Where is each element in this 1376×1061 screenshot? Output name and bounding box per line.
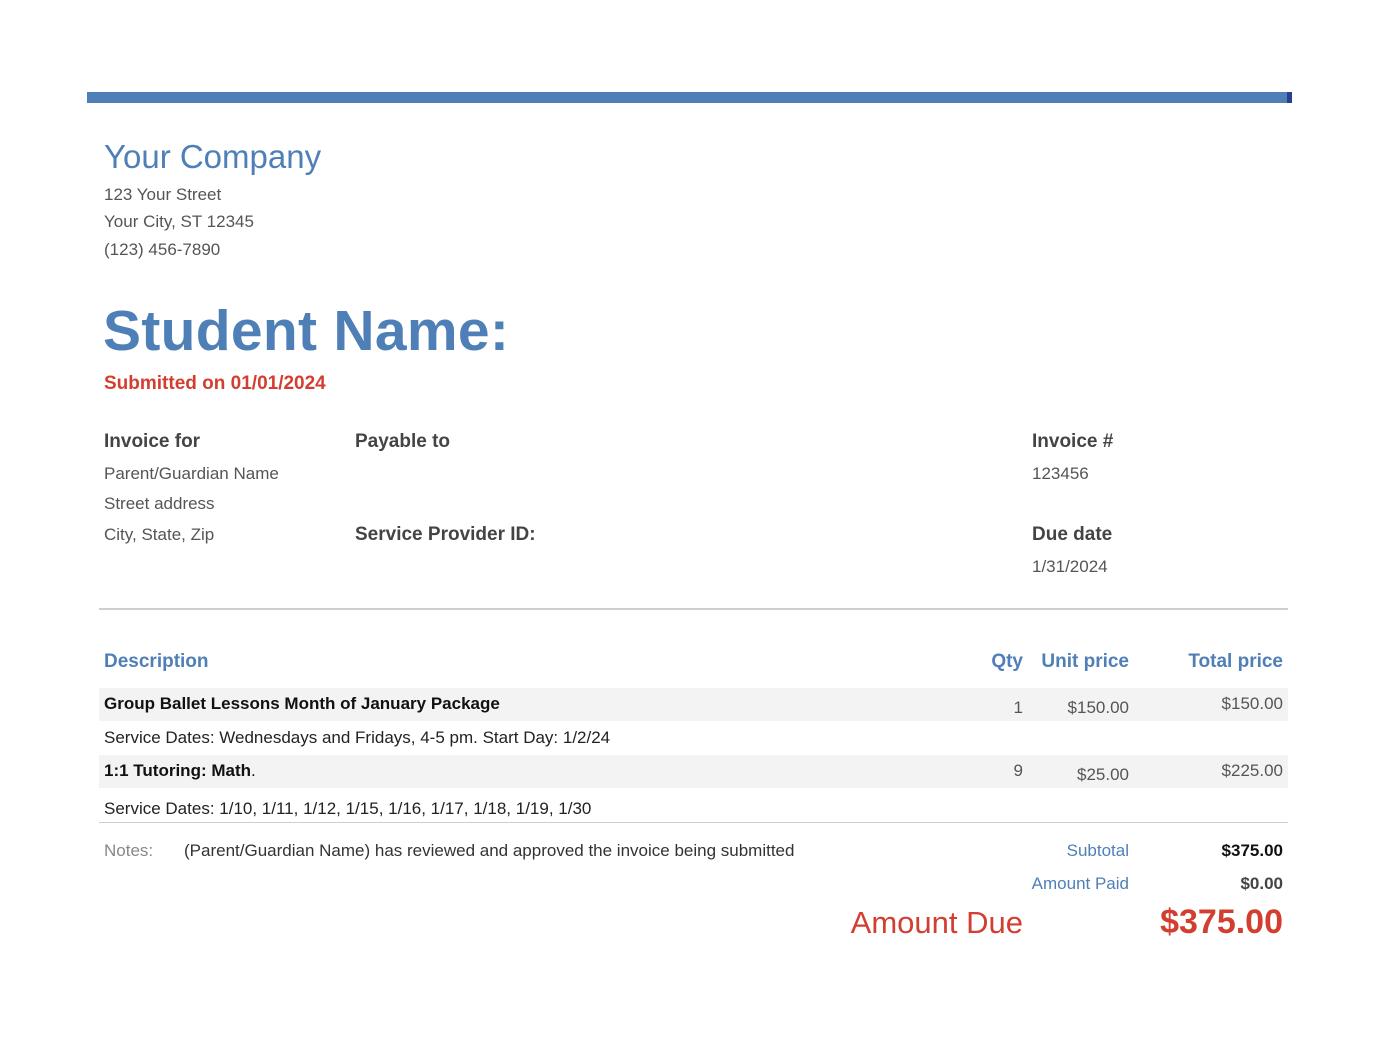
- amount-due-value: $375.00: [1160, 903, 1283, 941]
- due-date-label: Due date: [1032, 524, 1113, 545]
- due-date-value: 1/31/2024: [1032, 557, 1108, 576]
- invoice-number-value: 123456: [1032, 464, 1089, 483]
- amount-paid-label: Amount Paid: [1031, 874, 1129, 893]
- column-header-total-price: Total price: [1188, 651, 1283, 672]
- invoice-for-name: Parent/Guardian Name: [104, 464, 279, 483]
- notes-text: (Parent/Guardian Name) has reviewed and …: [184, 841, 795, 860]
- item-detail: Service Dates: 1/10, 1/11, 1/12, 1/15, 1…: [104, 799, 592, 818]
- subtotal-label: Subtotal: [1066, 841, 1129, 860]
- item-qty: 1: [1013, 698, 1023, 717]
- student-name-title: Student Name:: [103, 299, 510, 363]
- column-header-unit-price: Unit price: [1041, 651, 1129, 672]
- submitted-date: Submitted on 01/01/2024: [104, 373, 326, 394]
- company-street: 123 Your Street: [104, 185, 222, 204]
- item-title: 1:1 Tutoring: Math.: [104, 761, 256, 780]
- notes-label: Notes:: [104, 841, 154, 860]
- amount-due-label: Amount Due: [850, 905, 1023, 940]
- subtotal-value: $375.00: [1221, 841, 1283, 860]
- item-unit-price: $25.00: [1077, 765, 1129, 784]
- item-detail: Service Dates: Wednesdays and Fridays, 4…: [104, 728, 611, 747]
- item-unit-price: $150.00: [1067, 698, 1129, 717]
- header-accent-bar-end: [1287, 92, 1292, 103]
- item-qty: 9: [1013, 761, 1023, 780]
- company-name: Your Company: [104, 138, 322, 175]
- service-provider-label: Service Provider ID:: [355, 524, 536, 545]
- column-header-description: Description: [104, 651, 209, 672]
- table-bottom-divider: [99, 822, 1288, 823]
- invoice-number-label: Invoice #: [1032, 431, 1114, 452]
- header-accent-bar: [87, 92, 1292, 103]
- payable-to-label: Payable to: [355, 431, 451, 452]
- company-city: Your City, ST 12345: [104, 212, 254, 231]
- section-divider: [99, 608, 1288, 610]
- invoice-for-label: Invoice for: [104, 431, 201, 452]
- amount-paid-value: $0.00: [1240, 874, 1283, 893]
- item-total-price: $225.00: [1221, 761, 1283, 780]
- invoice-for-city: City, State, Zip: [104, 525, 215, 544]
- item-title: Group Ballet Lessons Month of January Pa…: [104, 694, 500, 713]
- invoice-for-street: Street address: [104, 494, 215, 513]
- item-total-price: $150.00: [1221, 694, 1283, 713]
- company-phone: (123) 456-7890: [104, 240, 221, 259]
- column-header-qty: Qty: [991, 651, 1023, 672]
